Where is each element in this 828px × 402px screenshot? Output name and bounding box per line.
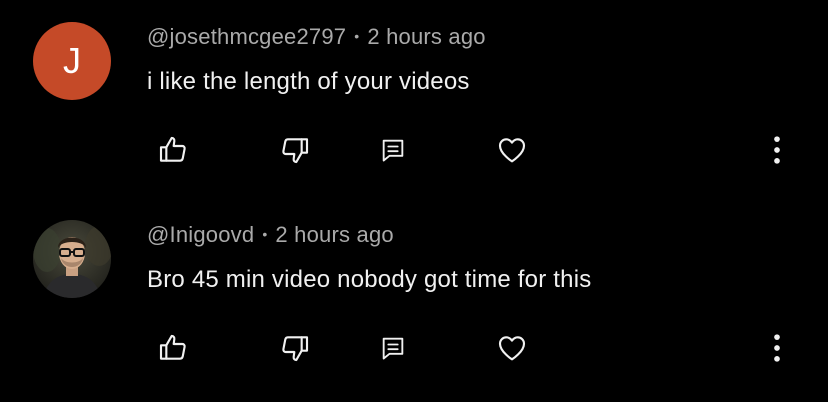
more-vertical-icon	[774, 334, 780, 362]
reply-comment-icon	[382, 337, 404, 360]
heart-icon	[498, 138, 526, 163]
comment-meta: @Inigoovd • 2 hours ago	[147, 222, 394, 248]
like-button[interactable]	[153, 328, 193, 368]
meta-separator: •	[354, 28, 360, 44]
comment-author[interactable]: @Inigoovd	[147, 222, 254, 247]
avatar-letter: J	[63, 40, 81, 81]
profile-photo-icon	[33, 220, 111, 298]
comment-time: 2 hours ago	[275, 222, 394, 247]
comment-time: 2 hours ago	[367, 24, 486, 49]
comment-text: i like the length of your videos	[147, 68, 470, 95]
comment-item: J @josethmcgee2797 • 2 hours ago i like th…	[0, 0, 828, 200]
reply-comment-icon	[382, 139, 404, 162]
dislike-button[interactable]	[275, 130, 315, 170]
more-options-button[interactable]	[757, 328, 797, 368]
comment-text: Bro 45 min video nobody got time for thi…	[147, 266, 592, 293]
reply-button[interactable]	[373, 130, 413, 170]
comment-author[interactable]: @josethmcgee2797	[147, 24, 346, 49]
heart-icon	[498, 336, 526, 361]
thumbs-up-icon	[159, 136, 186, 162]
dislike-button[interactable]	[275, 328, 315, 368]
reply-button[interactable]	[373, 328, 413, 368]
more-options-button[interactable]	[757, 130, 797, 170]
meta-separator: •	[262, 226, 268, 242]
comment-meta: @josethmcgee2797 • 2 hours ago	[147, 24, 486, 50]
avatar[interactable]	[33, 220, 111, 298]
thumbs-up-icon	[159, 334, 186, 360]
heart-button[interactable]	[492, 328, 532, 368]
like-button[interactable]	[153, 130, 193, 170]
comment-item: @Inigoovd • 2 hours ago Bro 45 min video n…	[0, 198, 828, 398]
thumbs-down-icon	[282, 138, 309, 164]
thumbs-down-icon	[282, 336, 309, 362]
avatar[interactable]: J	[33, 22, 111, 100]
heart-button[interactable]	[492, 130, 532, 170]
more-vertical-icon	[774, 136, 780, 164]
